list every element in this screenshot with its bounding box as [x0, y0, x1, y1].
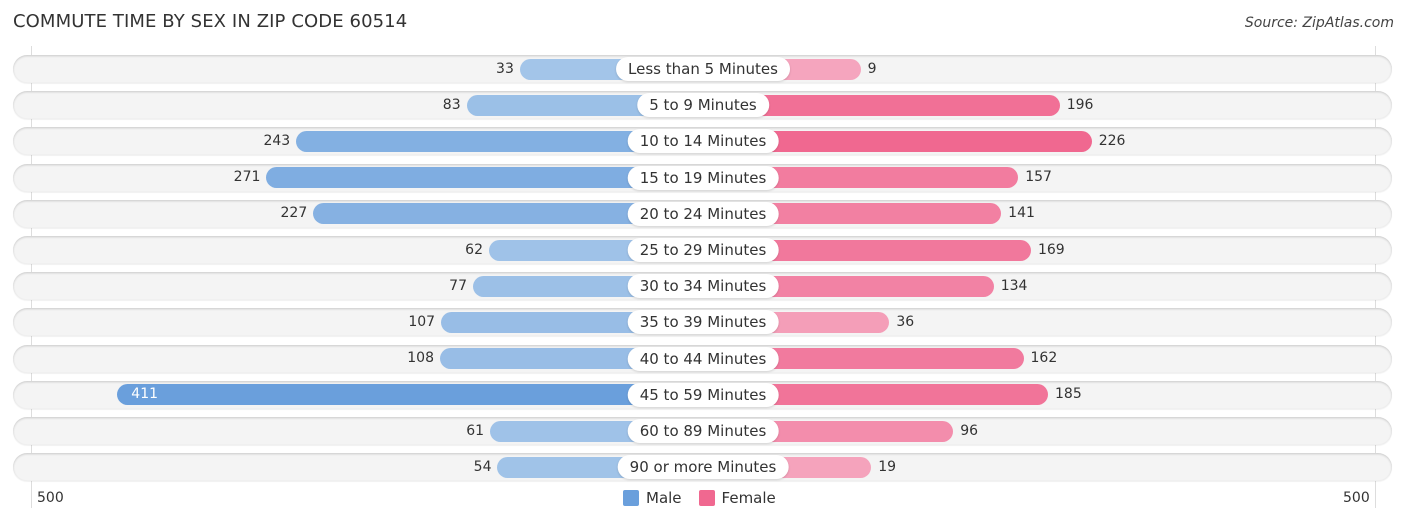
- category-label: 40 to 44 Minutes: [627, 346, 779, 371]
- female-value-label: 19: [878, 458, 897, 475]
- female-value-label: 9: [867, 60, 877, 77]
- male-value-label: 107: [408, 313, 436, 330]
- category-label: Less than 5 Minutes: [616, 57, 790, 81]
- legend: Male Female: [623, 489, 793, 507]
- legend-swatch-female: [698, 490, 715, 506]
- female-value-label: 185: [1055, 386, 1082, 403]
- category-label: 25 to 29 Minutes: [627, 238, 779, 262]
- legend-label-male: Male: [646, 489, 682, 507]
- female-value-label: 36: [896, 313, 915, 330]
- male-value-label: 411: [131, 386, 159, 403]
- female-value-label: 157: [1025, 169, 1052, 186]
- category-label: 5 to 9 Minutes: [637, 93, 769, 118]
- female-value-label: 96: [960, 422, 979, 439]
- male-value-label: 33: [496, 60, 514, 77]
- chart-title: COMMUTE TIME BY SEX IN ZIP CODE 60514: [13, 11, 408, 32]
- category-label: 60 to 89 Minutes: [627, 419, 779, 443]
- female-value-label: 226: [1098, 132, 1126, 149]
- male-value-label: 227: [280, 205, 308, 222]
- male-value-label: 243: [263, 132, 291, 149]
- source-label: Source: ZipAtlas.com: [1244, 15, 1394, 31]
- category-label: 35 to 39 Minutes: [627, 310, 779, 335]
- axis-label-right: 500: [1343, 490, 1370, 506]
- category-label: 20 to 24 Minutes: [627, 201, 779, 226]
- male-value-label: 77: [449, 277, 467, 294]
- female-value-label: 169: [1037, 241, 1065, 258]
- male-value-label: 83: [442, 96, 461, 113]
- category-label: 10 to 14 Minutes: [627, 129, 779, 154]
- male-value-label: 61: [466, 422, 485, 439]
- category-label: 30 to 34 Minutes: [627, 274, 779, 299]
- female-value-label: 162: [1030, 350, 1058, 367]
- legend-swatch-male: [623, 490, 639, 506]
- male-value-label: 54: [473, 458, 492, 475]
- male-bar: [117, 384, 703, 406]
- category-label: 15 to 19 Minutes: [627, 165, 779, 190]
- male-value-label: 108: [407, 350, 434, 367]
- axis-label-left: 500: [37, 490, 64, 506]
- female-value-label: 134: [1000, 277, 1028, 294]
- female-value-label: 141: [1008, 205, 1035, 222]
- male-value-label: 271: [233, 169, 261, 186]
- female-value-label: 196: [1066, 96, 1094, 113]
- category-label: 45 to 59 Minutes: [627, 382, 779, 407]
- legend-item-female: Female: [698, 489, 776, 507]
- male-value-label: 62: [465, 241, 483, 258]
- category-label: 90 or more Minutes: [617, 455, 789, 480]
- legend-item-male: Male: [623, 489, 682, 507]
- legend-label-female: Female: [721, 489, 776, 507]
